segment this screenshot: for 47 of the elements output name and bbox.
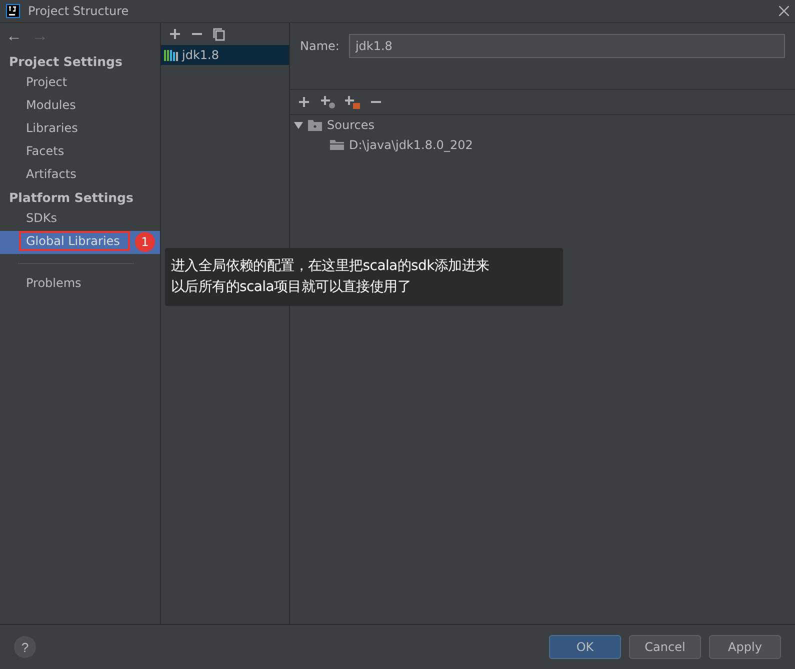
sidebar-item[interactable]: Problems	[0, 273, 160, 296]
sidebar-item-label: Facets	[26, 144, 64, 158]
plus-icon	[298, 96, 310, 108]
library-name: jdk1.8	[182, 48, 219, 62]
sidebar-item-label: Problems	[26, 276, 82, 290]
folder-icon	[330, 140, 344, 150]
annotation-text: 进入全局依赖的配置，在这里把scala的sdk添加进来	[171, 257, 490, 276]
sidebar-item[interactable]: Facets	[0, 141, 160, 164]
annotation-text: 以后所有的scala项目就可以直接使用了	[171, 278, 412, 297]
dialog-button[interactable]: OK	[549, 635, 621, 659]
copy-button[interactable]	[211, 26, 227, 42]
section-heading: Platform Settings	[8, 189, 134, 207]
sidebar-item[interactable]: Artifacts	[0, 164, 160, 187]
dialog-button[interactable]: Cancel	[629, 635, 701, 659]
plus-icon	[169, 28, 181, 40]
close-icon[interactable]	[779, 6, 789, 16]
sidebar-item-label: Global Libraries	[19, 231, 130, 251]
add-folder-button[interactable]	[344, 94, 360, 110]
sidebar-item[interactable]: Global Libraries 1	[0, 231, 160, 254]
tree-node-label: Sources	[327, 118, 374, 132]
name-field[interactable]: jdk1.8	[349, 34, 785, 58]
dialog-button[interactable]: Apply	[709, 635, 781, 659]
sidebar-item[interactable]: SDKs	[0, 208, 160, 231]
add-button[interactable]	[167, 26, 183, 42]
sidebar-item-label: Libraries	[26, 121, 78, 135]
library-list-item[interactable]: jdk1.8	[161, 45, 289, 65]
back-button[interactable]: ←	[6, 28, 22, 46]
sidebar-item[interactable]: Libraries	[0, 118, 160, 141]
library-bars-icon	[164, 49, 178, 61]
add-button[interactable]	[296, 94, 312, 110]
sidebar-item-label: Project	[26, 75, 68, 89]
plus-folder-icon	[344, 95, 360, 109]
step-badge: 1	[135, 232, 155, 252]
sidebar-item[interactable]: Modules	[0, 95, 160, 118]
sidebar-item-label: SDKs	[26, 211, 57, 225]
folder-icon	[308, 120, 322, 130]
tree-node-label: D:\java\jdk1.8.0_202	[349, 138, 473, 152]
expand-toggle-icon[interactable]	[294, 120, 303, 130]
sidebar-item[interactable]: Project	[0, 72, 160, 95]
section-heading: Project Settings	[8, 53, 124, 71]
window-title: Project Structure	[28, 4, 130, 18]
sidebar-item-label: Artifacts	[26, 167, 76, 181]
help-button[interactable]: ?	[14, 636, 36, 658]
app-logo-icon	[6, 4, 20, 18]
copy-icon	[213, 28, 225, 40]
sidebar-item-label: Modules	[26, 98, 76, 112]
name-label: Name:	[300, 38, 340, 55]
